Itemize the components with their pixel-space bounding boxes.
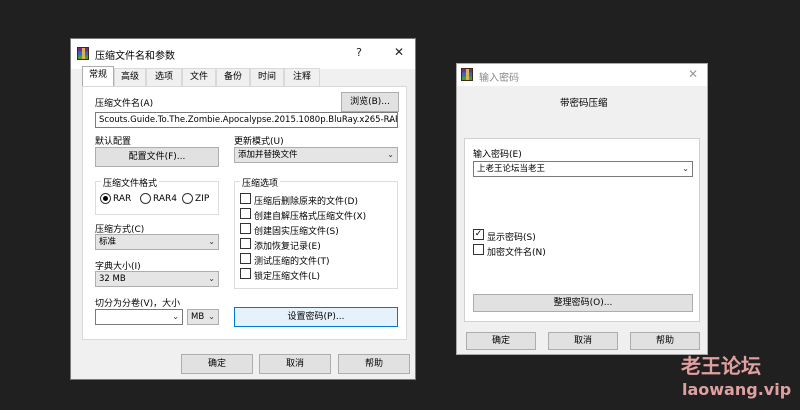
recovery-record-label: 添加恢复记录(E) [254, 242, 321, 252]
password-cancel-button[interactable]: 取消 [548, 332, 618, 350]
watermark-url: laowang.vip [682, 380, 792, 399]
cancel-button[interactable]: 取消 [259, 354, 331, 374]
format-rar4-label: RAR4 [153, 194, 178, 204]
archive-name-label: 压缩文件名(A) [95, 99, 154, 109]
password-input[interactable]: 上老王论坛当老王 ⌄ [473, 161, 693, 177]
test-files-label: 测试压缩的文件(T) [254, 257, 330, 267]
help-icon[interactable]: ? [351, 46, 367, 59]
close-icon[interactable]: ✕ [391, 45, 407, 59]
password-help-button[interactable]: 帮助 [630, 332, 700, 350]
delete-after-checkbox[interactable] [240, 193, 251, 204]
tab-general[interactable]: 常规 [82, 66, 114, 87]
create-sfx-checkbox[interactable] [240, 208, 251, 219]
chevron-down-icon[interactable]: ⌄ [387, 113, 394, 127]
compression-method-value: 标准 [99, 237, 117, 247]
organize-passwords-button[interactable]: 整理密码(O)... [473, 294, 693, 312]
chevron-down-icon[interactable]: ⌄ [208, 310, 215, 324]
split-volume-input[interactable]: ⌄ [95, 309, 183, 325]
chevron-down-icon[interactable]: ⌄ [682, 162, 689, 176]
format-rar4-radio[interactable] [140, 193, 151, 204]
split-unit-select[interactable]: MB ⌄ [187, 309, 219, 325]
archive-titlebar: 压缩文件名和参数 ? ✕ [71, 39, 415, 69]
recovery-record-checkbox[interactable] [240, 238, 251, 249]
lock-archive-label: 锁定压缩文件(L) [254, 272, 321, 282]
format-zip-radio[interactable] [182, 193, 193, 204]
winrar-icon [461, 68, 473, 81]
create-sfx-label: 创建自解压格式压缩文件(X) [254, 212, 367, 222]
dictionary-size-select[interactable]: 32 MB ⌄ [95, 271, 219, 287]
format-zip-label: ZIP [195, 194, 210, 204]
split-unit-value: MB [191, 312, 205, 322]
chevron-down-icon[interactable]: ⌄ [387, 148, 394, 162]
encrypt-filenames-label: 加密文件名(N) [487, 248, 546, 258]
set-password-button[interactable]: 设置密码(P)... [234, 307, 398, 327]
password-input-label: 输入密码(E) [473, 150, 522, 160]
format-rar-label: RAR [113, 194, 132, 204]
tab-options[interactable]: 选项 [146, 68, 182, 86]
update-mode-label: 更新模式(U) [234, 137, 284, 147]
test-files-checkbox[interactable] [240, 253, 251, 264]
encrypt-filenames-checkbox[interactable] [473, 244, 484, 255]
password-dialog-title: 输入密码 [479, 73, 519, 84]
split-volume-label: 切分为分卷(V)，大小 [95, 299, 181, 309]
profiles-button[interactable]: 配置文件(F)... [95, 147, 219, 167]
compression-method-select[interactable]: 标准 ⌄ [95, 234, 219, 250]
archive-format-label: 压缩文件格式 [101, 176, 160, 189]
password-heading: 带密码压缩 [560, 98, 608, 109]
chevron-down-icon[interactable]: ⌄ [208, 235, 215, 249]
chevron-down-icon[interactable]: ⌄ [172, 310, 179, 324]
archive-options-label: 压缩选项 [240, 176, 281, 189]
lock-archive-checkbox[interactable] [240, 268, 251, 279]
default-profile-label: 默认配置 [95, 137, 132, 147]
show-password-label: 显示密码(S) [487, 233, 536, 243]
delete-after-label: 压缩后删除原来的文件(D) [254, 197, 358, 207]
winrar-icon [77, 47, 89, 60]
watermark-cn: 老王论坛 [681, 354, 761, 378]
password-ok-button[interactable]: 确定 [466, 332, 536, 350]
tab-files[interactable]: 文件 [182, 68, 216, 86]
archive-name-value: Scouts.Guide.To.The.Zombie.Apocalypse.20… [99, 115, 398, 125]
chevron-down-icon[interactable]: ⌄ [208, 272, 215, 286]
password-input-value: 上老王论坛当老王 [477, 164, 546, 174]
dictionary-size-value: 32 MB [99, 274, 126, 284]
tab-time[interactable]: 时间 [250, 68, 284, 86]
tab-comment[interactable]: 注释 [284, 68, 320, 86]
show-password-checkbox[interactable]: ✓ [473, 229, 484, 240]
update-mode-value: 添加并替换文件 [238, 150, 298, 160]
format-rar-radio[interactable] [100, 193, 111, 204]
archive-name-combo[interactable]: Scouts.Guide.To.The.Zombie.Apocalypse.20… [95, 112, 398, 128]
update-mode-select[interactable]: 添加并替换文件 ⌄ [234, 147, 398, 163]
help-button[interactable]: 帮助 [338, 354, 410, 374]
ok-button[interactable]: 确定 [181, 354, 253, 374]
tab-backup[interactable]: 备份 [216, 68, 250, 86]
archive-dialog-title: 压缩文件名和参数 [95, 51, 175, 62]
close-icon[interactable]: ✕ [685, 67, 701, 81]
create-solid-checkbox[interactable] [240, 223, 251, 234]
tab-advanced[interactable]: 高级 [114, 68, 146, 86]
password-titlebar: 输入密码 ✕ [457, 64, 707, 86]
browse-button[interactable]: 浏览(B)... [341, 92, 399, 112]
create-solid-label: 创建固实压缩文件(S) [254, 227, 339, 237]
